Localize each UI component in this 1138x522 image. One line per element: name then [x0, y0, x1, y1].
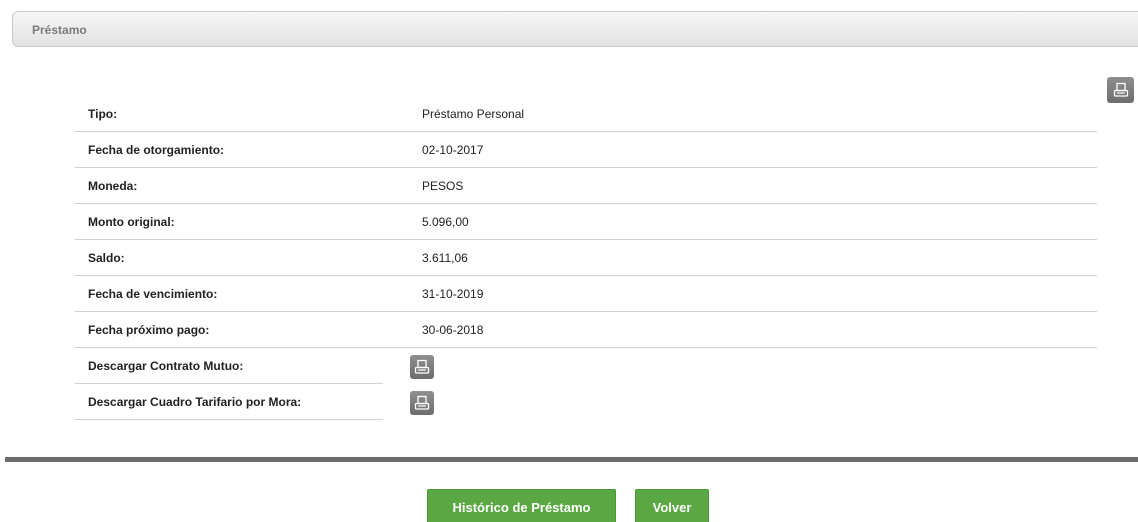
- detail-value: Préstamo Personal: [422, 107, 525, 121]
- detail-label: Fecha próximo pago:: [88, 323, 210, 337]
- detail-label: Monto original:: [88, 215, 175, 229]
- panel-header: Préstamo: [12, 11, 1138, 47]
- printer-icon: [414, 395, 430, 410]
- detail-row-monto-original: Monto original: 5.096,00: [75, 204, 1097, 240]
- print-button[interactable]: [1107, 77, 1134, 103]
- download-contrato-button[interactable]: [410, 355, 434, 379]
- download-row-contrato-mutuo: Descargar Contrato Mutuo:: [75, 348, 1097, 384]
- download-row-cuadro-tarifario: Descargar Cuadro Tarifario por Mora:: [75, 384, 1097, 420]
- detail-label: Saldo:: [88, 251, 125, 265]
- detail-value: 31-10-2019: [422, 287, 484, 301]
- detail-row-saldo: Saldo: 3.611,06: [75, 240, 1097, 276]
- detail-row-fecha-proximo-pago: Fecha próximo pago: 30-06-2018: [75, 312, 1097, 348]
- section-divider: [5, 457, 1138, 462]
- detail-label: Moneda:: [88, 179, 138, 193]
- detail-row-tipo: Tipo: Préstamo Personal: [75, 96, 1097, 132]
- detail-value: 5.096,00: [422, 215, 469, 229]
- printer-icon: [1113, 82, 1128, 97]
- detail-value: PESOS: [422, 179, 464, 193]
- loan-details-table: Tipo: Préstamo Personal Fecha de otorgam…: [75, 96, 1097, 420]
- detail-value: 02-10-2017: [422, 143, 484, 157]
- detail-label: Tipo:: [88, 107, 118, 121]
- download-label: Descargar Cuadro Tarifario por Mora:: [88, 395, 302, 409]
- detail-value: 3.611,06: [422, 251, 468, 265]
- detail-row-fecha-otorgamiento: Fecha de otorgamiento: 02-10-2017: [75, 132, 1097, 168]
- volver-button[interactable]: Volver: [635, 489, 709, 522]
- download-cuadro-tarifario-button[interactable]: [410, 391, 434, 415]
- detail-value: 30-06-2018: [422, 323, 484, 337]
- detail-row-moneda: Moneda: PESOS: [75, 168, 1097, 204]
- detail-label: Fecha de vencimiento:: [88, 287, 218, 301]
- historico-prestamo-button[interactable]: Histórico de Préstamo: [427, 489, 616, 522]
- panel-title: Préstamo: [32, 23, 87, 37]
- detail-row-fecha-vencimiento: Fecha de vencimiento: 31-10-2019: [75, 276, 1097, 312]
- loan-detail-page: Préstamo Tipo: Préstamo Personal Fecha d…: [0, 0, 1138, 522]
- detail-label: Fecha de otorgamiento:: [88, 143, 225, 157]
- printer-icon: [414, 359, 430, 374]
- download-label: Descargar Contrato Mutuo:: [88, 359, 244, 373]
